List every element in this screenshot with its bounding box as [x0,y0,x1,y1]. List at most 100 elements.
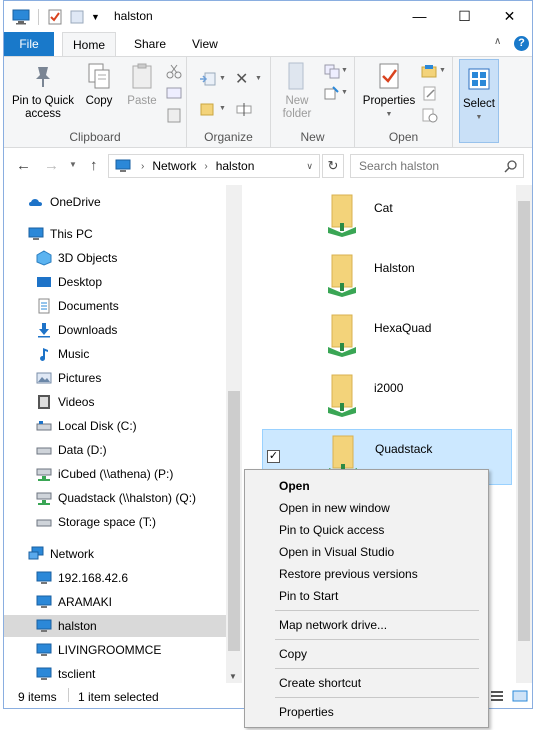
folder-item[interactable]: i2000 [262,369,512,425]
tab-home[interactable]: Home [62,32,117,57]
folder-name: Halston [374,261,415,275]
item-checkbox[interactable]: ✓ [267,450,280,463]
nav-pictures[interactable]: Pictures [4,367,226,389]
minimize-button[interactable]: — [397,1,442,31]
open-folder-icon[interactable] [421,63,439,79]
properties-qat-icon[interactable] [47,9,63,25]
search-box[interactable] [350,154,524,178]
search-input[interactable] [351,155,501,177]
properties-button[interactable]: Properties ▼ [359,61,419,121]
select-button[interactable]: Select ▼ [459,59,499,143]
nav-scrollbar[interactable]: ▼ [226,185,242,683]
close-button[interactable]: ✕ [487,1,532,31]
edit-icon[interactable] [421,85,439,101]
select-icon [468,68,490,90]
nav-network[interactable]: Network [4,543,226,565]
nav-downloads[interactable]: Downloads [4,319,226,341]
menu-open-new-window[interactable]: Open in new window [279,498,390,518]
help-icon[interactable]: ? [514,36,529,51]
recent-locations-icon[interactable]: ▼ [69,160,77,169]
nav-quadstack-q[interactable]: Quadstack (\\halston) (Q:) [4,487,226,509]
copy-icon [88,63,110,89]
nav-desktop[interactable]: Desktop [4,271,226,293]
menu-restore-previous-versions[interactable]: Restore previous versions [279,564,418,584]
nav-livingroommce[interactable]: LIVINGROOMMCE [4,639,226,661]
folder-item[interactable]: Halston [262,249,512,305]
copy-path-icon[interactable] [165,85,183,101]
tab-share[interactable]: Share [124,32,176,56]
nav-scrollbar-thumb[interactable] [228,391,240,651]
back-button[interactable]: ← [16,157,31,174]
nav-aramaki[interactable]: ARAMAKI [4,591,226,613]
refresh-button[interactable]: ↻ [322,154,344,178]
move-to-icon[interactable] [199,71,217,87]
breadcrumb-chevron-icon[interactable]: › [204,161,207,172]
nav-3d-objects[interactable]: 3D Objects [4,247,226,269]
clipboard-group-label: Clipboard [69,130,121,144]
nav-icubed-p[interactable]: iCubed (\\athena) (P:) [4,463,226,485]
new-item-icon[interactable] [323,63,341,79]
copy-button[interactable]: Copy [80,61,118,108]
tab-file[interactable]: File [4,32,54,56]
menu-map-network-drive[interactable]: Map network drive... [279,615,387,635]
breadcrumb-halston[interactable]: halston [216,159,255,173]
nav-local-disk-c[interactable]: Local Disk (C:) [4,415,226,437]
menu-create-shortcut[interactable]: Create shortcut [279,673,361,693]
menu-properties[interactable]: Properties [279,702,334,722]
menu-open-visual-studio[interactable]: Open in Visual Studio [279,542,394,562]
nav-music[interactable]: Music [4,343,226,365]
new-folder-label-line2: folder [282,108,312,120]
nav-videos[interactable]: Videos [4,391,226,413]
menu-separator [275,639,479,640]
nav-halston[interactable]: halston [4,615,226,637]
nav-data-d[interactable]: Data (D:) [4,439,226,461]
menu-copy[interactable]: Copy [279,644,307,664]
open-group-label: Open [388,130,419,144]
nav-documents[interactable]: Documents [4,295,226,317]
forward-button[interactable]: → [44,157,59,174]
qat-dropdown-icon[interactable]: ▼ [91,12,100,22]
ribbon-collapse-icon[interactable]: ∧ [494,36,501,47]
address-dropdown-icon[interactable]: ∨ [306,161,313,172]
select-label: Select [463,98,495,110]
copy-to-icon[interactable] [199,101,217,117]
nav-tsclient[interactable]: tsclient [4,663,226,683]
new-folder-button[interactable]: New folder [277,61,317,121]
nav-onedrive[interactable]: OneDrive [4,191,226,213]
paste-shortcut-icon[interactable] [165,107,183,123]
easy-access-icon[interactable] [323,85,341,101]
cut-icon[interactable] [165,63,183,79]
new-folder-qat-icon[interactable] [69,9,85,25]
menu-separator [275,610,479,611]
tab-view[interactable]: View [182,32,228,56]
folder-item[interactable]: HexaQuad [262,309,512,365]
search-icon[interactable] [504,160,517,173]
menu-pin-start[interactable]: Pin to Start [279,586,338,606]
folder-item[interactable]: Cat [262,189,512,245]
rename-icon[interactable] [235,101,253,117]
address-bar[interactable]: › Network › halston ∨ [108,154,320,178]
menu-separator [275,668,479,669]
nav-this-pc[interactable]: This PC [4,223,226,245]
menu-open[interactable]: Open [279,476,310,496]
qat-divider [38,9,39,25]
menu-pin-quick-access[interactable]: Pin to Quick access [279,520,384,540]
title-bar: ▼ halston — ☐ ✕ [4,1,532,32]
content-scrollbar[interactable] [516,185,532,683]
scroll-down-icon[interactable]: ▼ [229,672,237,681]
local-disk-icon [36,421,52,431]
content-scrollbar-thumb[interactable] [518,201,530,641]
details-view-icon[interactable] [490,689,504,703]
network-drive-icon [36,492,52,505]
breadcrumb-network[interactable]: Network [152,159,196,173]
delete-icon[interactable]: ✕ [235,69,248,89]
nav-192-168-42-6[interactable]: 192.168.42.6 [4,567,226,589]
breadcrumb-chevron-icon[interactable]: › [141,161,144,172]
up-button[interactable]: ↑ [90,157,98,174]
maximize-button[interactable]: ☐ [442,1,487,31]
nav-storage-space-t[interactable]: Storage space (T:) [4,511,226,533]
paste-button[interactable]: Paste [122,61,162,108]
large-icons-view-icon[interactable] [512,688,528,704]
pin-quick-access-button[interactable]: Pin to Quick access [8,61,78,121]
history-icon[interactable] [421,107,439,123]
